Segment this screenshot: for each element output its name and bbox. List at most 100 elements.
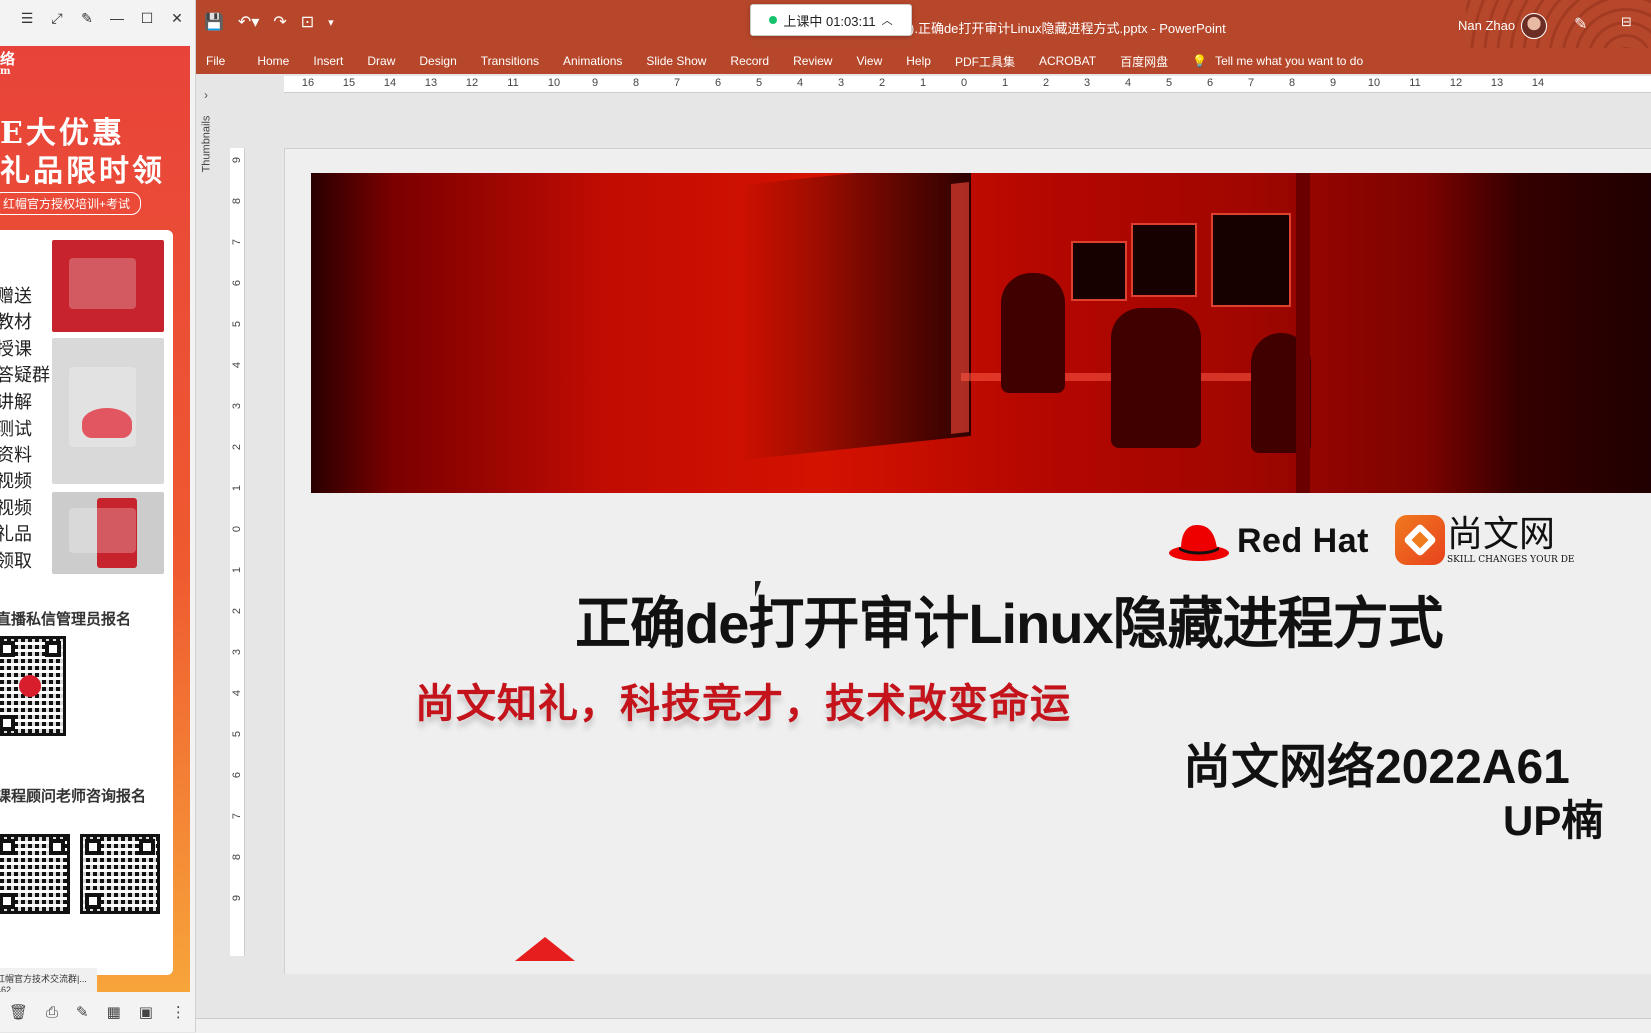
horizontal-ruler: 16 15 14 13 12 11 10 9 8 7 6 5 4 3 2 1 0 1 2 3 4 5 6 7 8 9 10 11 12 1… — [284, 76, 1651, 93]
save-icon[interactable]: 💾 — [204, 12, 224, 32]
maximize-icon[interactable]: ☐ — [133, 4, 161, 32]
ruler-h-tick-label: 9 — [1329, 77, 1337, 89]
tab-home[interactable]: Home — [245, 54, 301, 68]
poster-feature: 领取 — [0, 551, 32, 572]
pen-icon[interactable]: ✎ — [1574, 14, 1587, 34]
poster-feature: 视频 — [0, 471, 32, 492]
menu-icon[interactable]: ☰ — [13, 4, 41, 32]
tab-file[interactable]: File — [196, 54, 245, 68]
ruler-v-tick-label: 9 — [231, 156, 243, 164]
mouse-cursor-icon — [755, 581, 761, 597]
poster-feature: 授课 — [0, 339, 32, 360]
tab-help[interactable]: Help — [894, 54, 943, 68]
ruler-v-tick-label: 1 — [231, 566, 243, 574]
tell-me-search[interactable]: 💡 Tell me what you want to do — [1192, 54, 1363, 68]
poster-feature: 礼品 — [0, 524, 32, 545]
tab-slide-show[interactable]: Slide Show — [634, 54, 718, 68]
red-hat-icon — [1169, 525, 1229, 561]
edit-icon[interactable]: ✎ — [76, 1003, 89, 1021]
ruler-v-tick-label: 2 — [231, 607, 243, 615]
ruler-v-tick-label: 4 — [231, 689, 243, 697]
poster-feature: 资料 — [0, 445, 32, 466]
apps-icon[interactable]: ▦ — [107, 1003, 121, 1021]
poster-headline-2: 礼品限时领 — [0, 154, 165, 189]
tab-baidu-netdisk[interactable]: 百度网盘 — [1108, 53, 1180, 70]
minimize-icon[interactable]: — — [103, 4, 131, 32]
present-icon[interactable]: ⊡ — [301, 12, 314, 32]
avatar[interactable] — [1521, 13, 1547, 39]
ruler-h-tick-label: 14 — [1531, 77, 1545, 89]
tell-me-label: Tell me what you want to do — [1215, 54, 1364, 68]
qr-code — [80, 834, 160, 914]
document-title: ).正确de打开审计Linux隐藏进程方式.pptx - PowerPoint — [910, 21, 1226, 36]
ruler-v-tick-label: 6 — [231, 279, 243, 287]
tab-insert[interactable]: Insert — [301, 54, 355, 68]
redo-icon[interactable]: ↷ — [273, 12, 286, 32]
ribbon-tabs: File Home Insert Draw Design Transitions… — [196, 48, 1651, 74]
slide-subtitle[interactable]: 尚文知礼，科技竞才，技术改变命运 — [415, 671, 1071, 729]
qr-code — [0, 636, 66, 736]
ruler-h-tick-label: 7 — [1247, 77, 1255, 89]
redhat-logo: Red Hat — [1167, 519, 1369, 563]
tab-pdf-tools[interactable]: PDF工具集 — [943, 53, 1027, 70]
redhat-wordmark: Red Hat — [1237, 521, 1369, 560]
poster-section-title: 直播私信管理员报名 — [0, 611, 132, 628]
pin-icon[interactable]: ✎ — [73, 4, 101, 32]
tab-acrobat[interactable]: ACROBAT — [1027, 54, 1108, 68]
tab-review[interactable]: Review — [781, 54, 844, 68]
ruler-h-tick-label: 11 — [507, 77, 519, 89]
chevron-up-icon[interactable]: ︿ — [882, 12, 893, 28]
undo-icon[interactable]: ↶▾ — [238, 12, 259, 32]
ruler-v-tick-label: 3 — [231, 648, 243, 656]
tab-record[interactable]: Record — [718, 54, 781, 68]
ruler-h-tick-label: 15 — [342, 77, 356, 89]
slide-presenter-line[interactable]: UP楠 — [1503, 787, 1603, 848]
ruler-h-tick-label: 5 — [1165, 77, 1173, 89]
ruler-v-tick-label: 0 — [231, 525, 243, 533]
ruler-h-tick-label: 8 — [632, 77, 640, 89]
side-viewer-bottom-bar: 🗑 ⎙ ✎ ▦ ▣ ⋮ — [0, 992, 195, 1032]
ruler-h-tick-label: 13 — [1490, 77, 1504, 89]
customize-qat-icon[interactable]: ▾ — [328, 16, 334, 29]
ribbon-display-icon[interactable]: ⊟ — [1621, 14, 1632, 30]
ruler-h-tick-label: 4 — [1124, 77, 1132, 89]
recording-indicator[interactable]: 上课中 01:03:11 ︿ — [750, 4, 912, 36]
ruler-v-tick-label: 1 — [231, 484, 243, 492]
vertical-ruler: 9 8 7 6 5 4 3 2 1 0 1 2 3 4 5 6 7 8 9 — [230, 148, 245, 956]
poster-feature: 讲解 — [0, 392, 32, 413]
ruler-h-tick-label: 5 — [755, 77, 763, 89]
image-icon[interactable]: ▣ — [139, 1003, 153, 1021]
ruler-v-tick-label: 4 — [231, 361, 243, 369]
tab-draw[interactable]: Draw — [355, 54, 407, 68]
delete-icon[interactable]: 🗑 — [9, 1003, 28, 1021]
ruler-v-tick-label: 2 — [231, 443, 243, 451]
poster-feature: 测试 — [0, 419, 32, 440]
close-icon[interactable]: ✕ — [163, 4, 191, 32]
print-icon[interactable]: ⎙ — [46, 1004, 58, 1021]
poster-section-title: 课程顾问老师咨询报名 — [0, 788, 147, 805]
tab-design[interactable]: Design — [407, 54, 468, 68]
product-photo-hat — [52, 338, 164, 484]
thumbnails-label[interactable]: Thumbnails — [200, 116, 212, 173]
ruler-h-tick-label: 12 — [1449, 77, 1463, 89]
ruler-v-tick-label: 5 — [231, 320, 243, 328]
tab-animations[interactable]: Animations — [551, 54, 634, 68]
tab-view[interactable]: View — [844, 54, 894, 68]
group-chip-name: 红帽官方技术交流群|... — [0, 974, 87, 984]
title-bar: 💾 ↶▾ ↷ ⊡ ▾ ).正确de打开审计Linux隐藏进程方式.pptx - … — [196, 0, 1651, 48]
tab-transitions[interactable]: Transitions — [469, 54, 551, 68]
expand-thumbnails-icon[interactable]: › — [196, 88, 216, 110]
slide-title[interactable]: 正确de打开审计Linux隐藏进程方式 — [575, 579, 1444, 660]
user-name[interactable]: Nan Zhao — [1458, 18, 1515, 33]
ruler-h-tick-label: 1 — [919, 77, 927, 89]
fit-icon[interactable]: ⤢ — [43, 4, 71, 32]
group-chip-id: 462 — [0, 985, 12, 992]
slide-canvas[interactable]: Red Hat 尚文网 SKILL CHANGES YOUR DE 正确de打开… — [284, 148, 1651, 974]
ruler-v-tick-label: 5 — [231, 730, 243, 738]
ruler-h-tick-label: 3 — [1083, 77, 1091, 89]
more-icon[interactable]: ⋮ — [171, 1003, 186, 1021]
ruler-v-tick-label: 8 — [231, 853, 243, 861]
promo-poster-image: 络 m E大优惠 礼品限时领 红帽官方授权培训+考试 赠送 教材 授课 答疑群 … — [0, 46, 190, 992]
product-photo-books — [52, 240, 164, 332]
red-triangle-shape[interactable] — [515, 937, 575, 961]
